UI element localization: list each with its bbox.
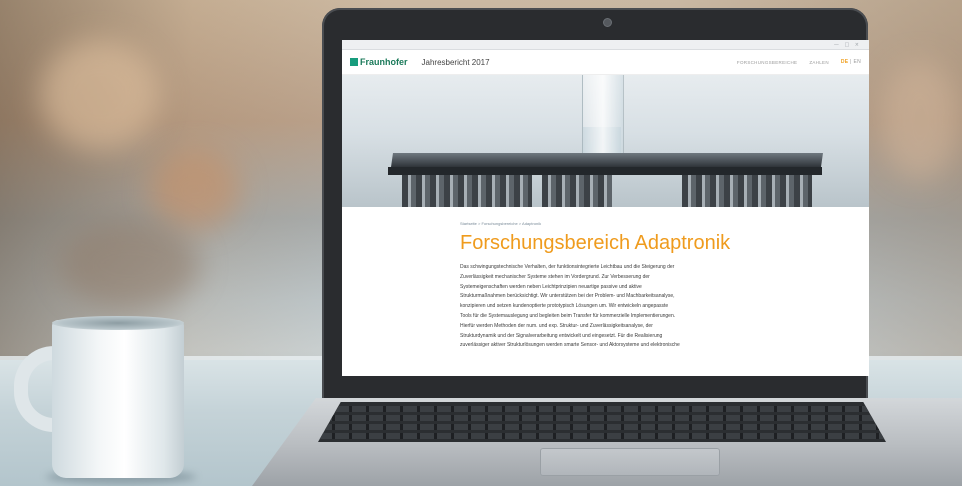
actuator-assembly (542, 175, 612, 207)
site-header: Fraunhofer Jahresbericht 2017 FORSCHUNGS… (342, 50, 869, 75)
body-line: konzipieren und setzen kundenoptierte pr… (460, 303, 669, 310)
mug-rim (52, 316, 184, 330)
nav-item-forschungsbereiche[interactable]: FORSCHUNGSBEREICHE (737, 60, 797, 65)
page-title: Forschungsbereich Adaptronik (460, 232, 731, 254)
body-line: Hierfür werden Methoden der num. und exp… (460, 322, 653, 329)
logo-mark-icon (350, 58, 358, 66)
actuator-assembly (682, 175, 812, 207)
main-nav: FORSCHUNGSBEREICHE ZAHLEN DE | EN (737, 59, 861, 65)
logo-text: Fraunhofer (360, 57, 408, 67)
key-row (318, 415, 886, 421)
window-controls[interactable]: — □ × (834, 42, 861, 48)
bokeh-light (40, 40, 160, 150)
bokeh-light (880, 60, 960, 180)
webcam-icon (603, 18, 612, 27)
body-line: Strukturdynamik und der Signalverarbeitu… (460, 332, 663, 339)
laptop-keyboard (318, 402, 886, 442)
water-glass (582, 75, 624, 156)
hero-image (342, 75, 869, 207)
lang-separator: | (850, 59, 852, 65)
lang-de-link[interactable]: DE (841, 59, 849, 65)
body-line: Strukturmaßnahmen berücksichtigt. Wir un… (460, 293, 675, 300)
key-row (318, 406, 886, 412)
bokeh-light (60, 220, 200, 310)
key-row (318, 424, 886, 430)
nav-item-zahlen[interactable]: ZAHLEN (809, 60, 829, 65)
body-line: Das schwingungstechnische Verhalten, der… (460, 264, 675, 270)
body-line: Zuverlässigkeit mechanischer Systeme ste… (460, 273, 650, 280)
browser-titlebar: — □ × (342, 40, 869, 50)
laptop-trackpad (540, 448, 720, 476)
breadcrumb[interactable]: Startseite > Forschungsbereiche > Adaptr… (460, 221, 869, 226)
laptop-screen: — □ × Fraunhofer Jahresbericht 2017 FORS… (342, 40, 869, 376)
key-row (318, 433, 886, 439)
vibration-plate-edge (388, 167, 822, 175)
coffee-mug (52, 320, 184, 478)
language-switcher: DE | EN (841, 59, 861, 65)
bokeh-light (150, 150, 240, 230)
actuator-assembly (402, 175, 532, 207)
report-title: Jahresbericht 2017 (421, 57, 490, 67)
body-line: Systemeigenschaften werden neben Leichtp… (460, 283, 642, 290)
lang-en-link[interactable]: EN (853, 59, 861, 65)
photo-scene: — □ × Fraunhofer Jahresbericht 2017 FORS… (0, 0, 962, 486)
article-body: Das schwingungstechnische Verhalten, der… (460, 263, 750, 351)
article: Startseite > Forschungsbereiche > Adaptr… (342, 207, 869, 351)
fraunhofer-logo[interactable]: Fraunhofer (350, 57, 408, 67)
body-line: zuverlässiger aktiver Strukturlösungen w… (460, 342, 680, 349)
vibration-plate (391, 153, 823, 167)
body-line: Tools für die Systemauslegung und beglei… (460, 312, 676, 319)
